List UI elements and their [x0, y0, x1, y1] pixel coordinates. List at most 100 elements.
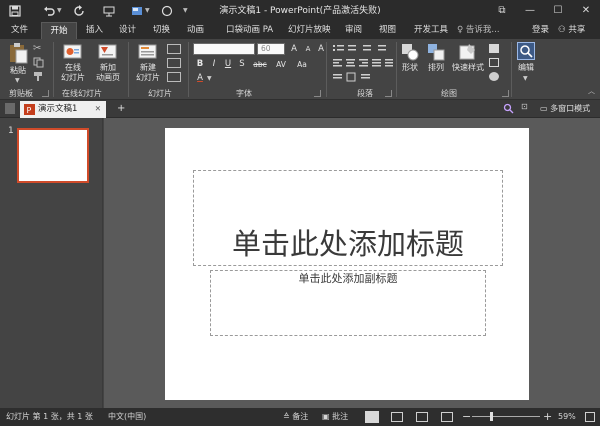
shape-fill-icon[interactable]: [489, 44, 499, 53]
character-spacing-button[interactable]: AV: [273, 59, 289, 70]
tab-transitions[interactable]: 切换: [153, 22, 170, 39]
slides-group-label: 幻灯片: [148, 89, 172, 98]
change-case-button[interactable]: Aa: [294, 59, 310, 70]
font-name-field[interactable]: [193, 43, 255, 55]
new-slide-label-1: 新建: [140, 63, 156, 72]
slide-thumbnail[interactable]: [17, 128, 89, 183]
italic-button[interactable]: I: [208, 59, 220, 70]
font-launcher-icon[interactable]: [314, 90, 321, 97]
tab-view[interactable]: 视图: [379, 22, 396, 39]
zoom-slider-thumb[interactable]: [489, 412, 493, 421]
shrink-font-icon[interactable]: A: [302, 44, 314, 55]
multi-window-button[interactable]: ▭ 多窗口模式: [540, 100, 590, 118]
new-slide-icon: [138, 44, 157, 59]
redo-icon[interactable]: [70, 3, 88, 19]
tab-design[interactable]: 设计: [119, 22, 136, 39]
clipboard-launcher-icon[interactable]: [42, 90, 49, 97]
undo-dropdown-icon[interactable]: ▼: [57, 3, 62, 19]
grow-font-icon[interactable]: A: [288, 44, 300, 55]
slide-sorter-icon[interactable]: [391, 412, 403, 422]
tab-slideshow[interactable]: 幻灯片放映: [288, 22, 331, 39]
notes-button[interactable]: ≙ 备注: [283, 408, 308, 426]
reading-view-icon[interactable]: [416, 412, 428, 422]
new-animation-page-button[interactable]: 新加 动画页: [92, 42, 124, 87]
fit-to-window-icon[interactable]: [585, 412, 595, 422]
font-size-field[interactable]: 60: [257, 43, 285, 55]
zoom-out-button[interactable]: −: [462, 408, 471, 426]
back-icon[interactable]: [5, 103, 15, 114]
tab-home[interactable]: 开始: [41, 22, 77, 39]
bold-button[interactable]: B: [194, 59, 206, 70]
undo-icon[interactable]: [40, 3, 58, 19]
zoom-slider[interactable]: [472, 412, 540, 421]
new-slide-button[interactable]: 新建 幻灯片: [133, 42, 163, 87]
shape-effects-icon[interactable]: [489, 72, 499, 81]
tab-insert[interactable]: 插入: [86, 22, 103, 39]
subtitle-placeholder[interactable]: 单击此处添加副标题: [210, 270, 486, 336]
cut-icon[interactable]: ✂: [33, 43, 45, 55]
notes-icon: ≙: [283, 412, 293, 421]
normal-view-icon[interactable]: [365, 411, 379, 423]
shapes-label: 形状: [402, 63, 418, 72]
quick-styles-button[interactable]: 快速样式: [450, 42, 486, 87]
title-placeholder[interactable]: 单击此处添加标题: [193, 170, 503, 266]
copy-icon[interactable]: [33, 57, 45, 69]
shadow-button[interactable]: S: [236, 59, 248, 70]
login-link[interactable]: 登录: [532, 22, 549, 39]
paragraph-launcher-icon[interactable]: [385, 90, 392, 97]
paragraph-controls: [331, 43, 395, 87]
font-color-dropdown-icon[interactable]: ▼: [207, 73, 212, 84]
minimize-button[interactable]: —: [516, 0, 544, 22]
format-painter-icon[interactable]: [33, 71, 45, 83]
maximize-button[interactable]: ☐: [544, 0, 572, 22]
arrange-button[interactable]: 排列: [425, 42, 447, 87]
new-tab-button[interactable]: +: [117, 100, 125, 117]
strikethrough-button[interactable]: abc: [251, 59, 269, 70]
shapes-button[interactable]: 形状: [399, 42, 421, 87]
layout-dropdown-icon[interactable]: ▼: [145, 3, 150, 19]
language-indicator[interactable]: 中文(中国): [108, 408, 146, 426]
zoom-in-button[interactable]: +: [543, 408, 552, 426]
editing-button[interactable]: 编辑 ▼: [515, 42, 537, 87]
save-icon[interactable]: [6, 3, 24, 19]
status-bar: 幻灯片 第 1 张，共 1 张 中文(中国) ≙ 备注 ▣ 批注 − + 59%: [0, 408, 600, 426]
tab-pocket-animation[interactable]: 口袋动画 PA: [226, 22, 273, 39]
comments-button[interactable]: ▣ 批注: [322, 408, 348, 426]
search-tab-icon[interactable]: [503, 103, 514, 117]
start-slideshow-icon[interactable]: [100, 3, 118, 19]
group-divider: [53, 42, 54, 97]
close-button[interactable]: ✕: [572, 0, 600, 22]
paste-button[interactable]: 粘贴 ▼: [6, 42, 30, 86]
section-icon[interactable]: [167, 72, 181, 82]
tell-me-search[interactable]: ♀ 告诉我...: [457, 22, 500, 39]
search-icon: [517, 42, 535, 60]
collapse-ribbon-icon[interactable]: ︿: [588, 86, 595, 96]
close-tab-icon[interactable]: ✕: [95, 101, 101, 117]
circle-icon[interactable]: [158, 3, 176, 19]
font-color-button[interactable]: A: [194, 73, 206, 84]
notes-label: 备注: [292, 412, 309, 421]
reset-icon[interactable]: [167, 58, 181, 68]
tab-review[interactable]: 审阅: [345, 22, 362, 39]
dropdown-tab-icon[interactable]: ⊡: [521, 102, 528, 111]
tab-developer[interactable]: 开发工具: [414, 22, 448, 39]
online-slides-icon: [63, 44, 82, 59]
share-label: 共享: [568, 25, 586, 35]
shape-outline-icon[interactable]: [489, 58, 499, 67]
paragraph-icons[interactable]: [331, 43, 395, 87]
slideshow-view-icon[interactable]: [441, 412, 453, 422]
tab-animations[interactable]: 动画: [187, 22, 204, 39]
customize-qat-icon[interactable]: ▼: [183, 3, 188, 19]
drawing-launcher-icon[interactable]: [502, 90, 509, 97]
slide-canvas[interactable]: 单击此处添加标题 单击此处添加副标题: [165, 128, 529, 400]
new-animation-label-2: 动画页: [96, 73, 120, 82]
share-button[interactable]: ⚇ 共享: [558, 22, 585, 39]
ribbon-display-options-icon[interactable]: ⧉: [488, 0, 516, 22]
zoom-level[interactable]: 59%: [558, 408, 576, 426]
tab-file[interactable]: 文件: [11, 22, 28, 39]
document-tab[interactable]: P 演示文稿1 ✕: [20, 101, 106, 118]
online-slides-button[interactable]: 在线 幻灯片: [58, 42, 88, 87]
layout-icon[interactable]: [167, 44, 181, 54]
underline-button[interactable]: U: [222, 59, 234, 70]
slide-layout-icon[interactable]: [128, 3, 146, 19]
